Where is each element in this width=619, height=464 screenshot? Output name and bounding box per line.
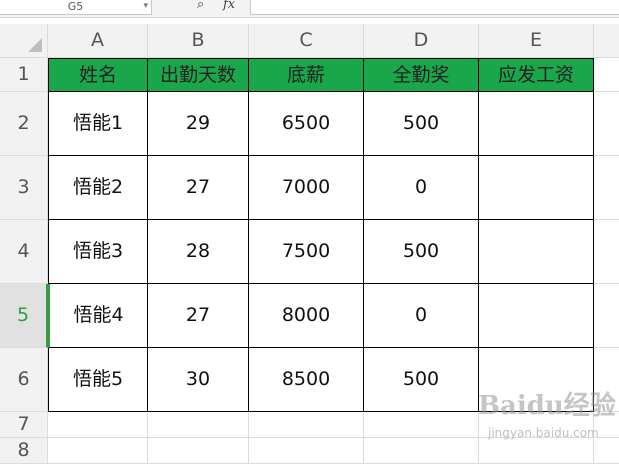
empty-cell[interactable] [594,58,619,92]
table-cell[interactable]: 500 [364,220,479,284]
empty-cell[interactable] [594,284,619,348]
row-header-7[interactable]: 7 [0,412,48,438]
table-cell[interactable]: 悟能2 [48,156,148,220]
row-header-8[interactable]: 8 [0,438,48,464]
table-cell[interactable]: 悟能3 [48,220,148,284]
table-cell[interactable]: 8000 [249,284,364,348]
chevron-down-icon[interactable]: ▾ [143,0,148,13]
watermark-logo: Baidu经验 [478,391,616,421]
table-cell[interactable]: 27 [148,156,249,220]
row-header-2[interactable]: 2 [0,92,48,156]
empty-cell[interactable] [594,220,619,284]
row-header-4[interactable]: 4 [0,220,48,284]
table-cell[interactable]: 0 [364,284,479,348]
table-cell[interactable]: 悟能5 [48,348,148,412]
empty-cell[interactable] [148,412,249,438]
table-cell[interactable] [479,92,594,156]
table-cell[interactable]: 28 [148,220,249,284]
empty-cell[interactable] [364,438,479,464]
table-cell[interactable]: 悟能1 [48,92,148,156]
header-base-salary[interactable]: 底薪 [249,58,364,92]
magnifier-icon[interactable]: ⌕ [197,0,204,12]
empty-cell[interactable] [594,92,619,156]
empty-cell[interactable] [48,438,148,464]
header-payable-salary[interactable]: 应发工资 [479,58,594,92]
fx-icon[interactable]: fx [223,0,235,12]
column-header-d[interactable]: D [364,24,479,58]
watermark-url: jingyan.baidu.com [488,426,599,440]
column-header-f[interactable] [594,24,619,58]
column-header-c[interactable]: C [249,24,364,58]
empty-cell[interactable] [364,412,479,438]
row-header-3[interactable]: 3 [0,156,48,220]
table-cell[interactable]: 7000 [249,156,364,220]
table-cell[interactable]: 6500 [249,92,364,156]
table-cell[interactable]: 0 [364,156,479,220]
header-attendance-bonus[interactable]: 全勤奖 [364,58,479,92]
empty-cell[interactable] [479,438,594,464]
empty-cell[interactable] [594,156,619,220]
table-cell[interactable]: 27 [148,284,249,348]
row-header-5[interactable]: 5 [0,284,48,348]
row-header-1[interactable]: 1 [0,58,48,92]
empty-cell[interactable] [594,438,619,464]
select-all-corner[interactable] [0,24,48,58]
table-cell[interactable] [479,220,594,284]
formula-input[interactable] [250,0,619,15]
empty-cell[interactable] [249,438,364,464]
name-box[interactable]: G5 ▾ [0,0,152,15]
table-cell[interactable]: 29 [148,92,249,156]
empty-cell[interactable] [249,412,364,438]
table-cell[interactable] [479,156,594,220]
table-cell[interactable]: 30 [148,348,249,412]
name-box-value: G5 [67,0,84,13]
column-header-e[interactable]: E [479,24,594,58]
row-header-6[interactable]: 6 [0,348,48,412]
table-cell[interactable]: 500 [364,348,479,412]
column-header-a[interactable]: A [48,24,148,58]
empty-cell[interactable] [148,438,249,464]
header-attendance-days[interactable]: 出勤天数 [148,58,249,92]
formula-bar: G5 ▾ ⌕ fx [0,0,619,18]
empty-cell[interactable] [48,412,148,438]
table-cell[interactable]: 500 [364,92,479,156]
table-cell[interactable]: 悟能4 [48,284,148,348]
table-cell[interactable]: 7500 [249,220,364,284]
table-cell[interactable] [479,284,594,348]
header-name[interactable]: 姓名 [48,58,148,92]
table-cell[interactable]: 8500 [249,348,364,412]
column-header-b[interactable]: B [148,24,249,58]
